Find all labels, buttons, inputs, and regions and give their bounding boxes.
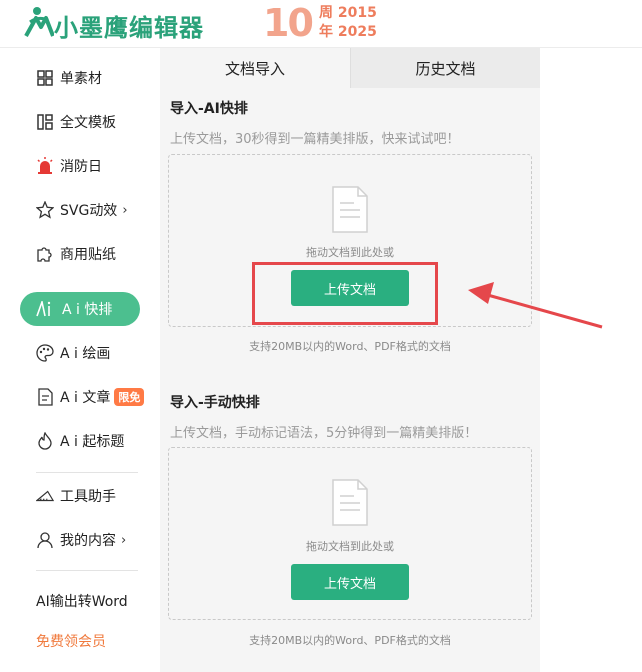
section-title-manual-layout: 导入-手动快排 [170, 395, 260, 411]
grid-icon [36, 69, 54, 87]
ai-icon [36, 301, 56, 317]
sidebar-item-label: 我的内容 [60, 533, 116, 549]
free-badge: 限免 [114, 388, 145, 406]
tab-history-documents[interactable]: 历史文档 [350, 48, 540, 88]
tab-document-import[interactable]: 文档导入 [160, 48, 350, 88]
app-header: 小墨鹰编辑器 10 周 2015 年 2025 [0, 0, 642, 48]
sidebar-item-label: 单素材 [60, 71, 102, 87]
sidebar-item-label: SVG动效 [60, 203, 118, 219]
sidebar-item-ai-article[interactable]: A i 文章 限免 [36, 383, 145, 411]
sidebar-item-label: 消防日 [60, 159, 102, 175]
anniversary-line-1: 周 2015 [319, 5, 377, 21]
format-note: 支持20MB以内的Word、PDF格式的文档 [249, 634, 451, 647]
star-icon [36, 201, 54, 219]
siren-icon [36, 157, 54, 175]
sidebar-item-label: 免费领会员 [36, 634, 106, 650]
sidebar-item-label: A i 起标题 [60, 434, 125, 450]
drop-hint: 拖动文档到此处或 [306, 246, 394, 259]
flame-icon [36, 432, 54, 450]
upload-button-manual-layout[interactable]: 上传文档 [291, 564, 409, 600]
tools-icon [36, 487, 54, 505]
sidebar-item-ai-painting[interactable]: A i 绘画 [36, 339, 110, 367]
article-icon [36, 388, 54, 406]
anniversary-number: 10 [263, 1, 314, 45]
sidebar-item-label: A i 绘画 [60, 346, 111, 362]
dropzone-manual-layout[interactable]: 拖动文档到此处或 上传文档 [168, 447, 532, 620]
template-icon [36, 113, 54, 131]
sidebar-item-fire-day[interactable]: 消防日 [36, 152, 102, 180]
tab-bar: 文档导入 历史文档 [160, 48, 540, 88]
sidebar-item-templates[interactable]: 全文模板 [36, 108, 116, 136]
document-icon [330, 478, 370, 532]
sidebar-item-materials[interactable]: 单素材 [36, 64, 102, 92]
logo[interactable] [24, 6, 54, 38]
sidebar: 单素材 全文模板 消防日 SVG动效 › 商用贴纸 A i 快排 A i 绘画 … [0, 48, 160, 672]
preview-area [540, 48, 642, 672]
sidebar-divider [36, 472, 138, 473]
anniversary-line-2: 年 2025 [319, 24, 377, 40]
puzzle-icon [36, 245, 54, 263]
sidebar-item-label: A i 快排 [62, 302, 113, 318]
palette-icon [36, 344, 54, 362]
sidebar-item-label: 商用贴纸 [60, 247, 116, 263]
sidebar-item-label: A i 文章 [60, 390, 111, 406]
free-vip-link[interactable]: 免费领会员 [36, 627, 106, 655]
sidebar-item-ai-to-word[interactable]: AI输出转Word [36, 587, 128, 615]
sidebar-item-stickers[interactable]: 商用贴纸 [36, 240, 116, 268]
chevron-right-icon: › [121, 532, 127, 548]
sidebar-item-label: 全文模板 [60, 115, 116, 131]
sidebar-divider [36, 570, 138, 571]
section-desc-ai-layout: 上传文档，30秒得到一篇精美排版，快来试试吧！ [170, 132, 460, 147]
sidebar-item-label: 工具助手 [60, 489, 116, 505]
sidebar-item-label: AI输出转Word [36, 594, 128, 610]
highlight-annotation [252, 262, 438, 325]
sidebar-item-ai-layout[interactable]: A i 快排 [20, 292, 140, 326]
chevron-right-icon: › [122, 202, 128, 218]
section-desc-manual-layout: 上传文档，手动标记语法，5分钟得到一篇精美排版！ [170, 426, 478, 441]
document-icon [330, 185, 370, 239]
user-icon [36, 531, 54, 549]
drop-hint: 拖动文档到此处或 [306, 540, 394, 553]
logo-mark-icon [24, 7, 54, 37]
sidebar-item-ai-title[interactable]: A i 起标题 [36, 427, 124, 455]
sidebar-item-tools[interactable]: 工具助手 [36, 482, 116, 510]
import-panel: 文档导入 历史文档 导入-AI快排 上传文档，30秒得到一篇精美排版，快来试试吧… [160, 48, 540, 672]
sidebar-item-svg-effects[interactable]: SVG动效 › [36, 196, 128, 224]
sidebar-item-my-content[interactable]: 我的内容 › [36, 526, 126, 554]
format-note: 支持20MB以内的Word、PDF格式的文档 [249, 340, 451, 353]
logo-text: 小墨鹰编辑器 [54, 14, 204, 42]
arrow-annotation-icon [468, 282, 603, 329]
section-title-ai-layout: 导入-AI快排 [170, 101, 248, 117]
